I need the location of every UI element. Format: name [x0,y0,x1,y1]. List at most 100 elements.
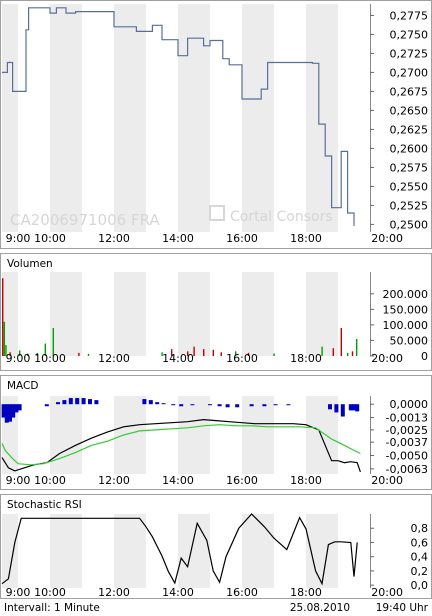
stock-chart: 0,2775 0,2750 0,2725 0,2700 0,2675 0,2650 0,26… [0,0,432,614]
volume-bar [78,352,80,356]
x-tick-label: 14:00 [162,474,194,487]
macd-histogram-bar [94,400,99,405]
time-band [2,4,18,232]
x-tick-label: 16:00 [226,586,258,599]
time-band [50,514,82,588]
x-tick-label: 18:00 [290,586,322,599]
macd-histogram-bar [68,398,73,405]
y-tick-label: 0,2750 [390,28,429,41]
x-tick-label: 18:00 [290,352,322,365]
time-band [50,272,82,356]
macd-histogram-bar [235,404,240,408]
y-tick-label: -0,0037 [386,436,428,449]
x-tick-label: 18:00 [290,474,322,487]
x-tick-label: 20:00 [371,586,403,599]
macd-histogram-bar [17,404,22,411]
time-band [178,272,210,356]
panel-title: MACD [7,380,38,392]
volume-bar [212,349,214,356]
x-tick-label: 12:00 [98,352,130,365]
y-tick-label: 0,0 [411,579,429,592]
macd-histogram-bar [273,404,278,406]
y-tick-label: 0,2650 [390,104,429,117]
time-band [306,272,338,356]
x-tick-label: 10:00 [34,352,66,365]
x-tick-label: 9:00 [6,474,31,487]
y-tick-label: 200.000 [383,288,429,301]
x-tick-label: 16:00 [226,352,258,365]
x-tick-label: 12:00 [98,474,130,487]
macd-histogram-bar [155,402,160,405]
y-tick-label: 100.000 [383,319,429,332]
volume-bar [347,352,349,356]
x-tick-label: 9:00 [6,352,31,365]
panel-price: 0,2775 0,2750 0,2725 0,2700 0,2675 0,2650 0,26… [0,0,432,249]
volume-bar [340,328,342,356]
x-tick-label: 14:00 [162,232,194,245]
x-tick-label: 18:00 [290,232,322,245]
x-tick-label: 12:00 [98,586,130,599]
macd-histogram-bar [75,398,80,405]
volume-bar [203,349,205,356]
time-band [306,4,338,232]
panel-macd: 0,0000-0,0013-0,0025-0,0037-0,0050-0,006… [0,375,432,490]
time-band [178,396,210,474]
x-tick-label: 12:00 [98,232,130,245]
time-band [114,396,146,474]
time-band [242,514,274,588]
time-band [50,4,82,232]
time-band [178,514,210,588]
panel-title: Volumen [7,258,53,270]
time-band [114,514,146,588]
x-tick-label: 10:00 [34,232,66,245]
macd-histogram-bar [225,404,230,408]
macd-histogram-bar [179,404,184,407]
macd-histogram-bar [190,404,195,406]
x-tick-label: 10:00 [34,586,66,599]
x-tick-label: 20:00 [371,232,403,245]
macd-histogram-bar [249,404,254,407]
y-tick-label: 0,2500 [390,218,429,231]
macd-histogram-bar [148,400,153,405]
macd-histogram-bar [217,404,222,407]
macd-histogram-bar [161,403,166,405]
volume-bar [355,338,358,356]
time-band [306,396,338,474]
panel-title: Stochastic RSI [7,499,82,511]
y-tick-label: 0 [421,350,428,363]
watermark-logo: Cortal Consors [230,209,333,225]
macd-histogram-bar [340,404,345,417]
macd-histogram-bar [262,404,267,407]
macd-histogram-bar [334,404,339,413]
macd-histogram-bar [62,400,67,405]
y-tick-label: 0,2700 [390,66,429,79]
time-band [2,514,18,588]
macd-histogram-bar [56,402,60,405]
y-tick-label: -0,0025 [386,424,428,437]
panel-volume: 200.000150.000100.00050.0000Volumen9:00 1… [0,253,432,371]
x-tick-label: 9:00 [6,232,31,245]
macd-histogram-bar [286,404,291,406]
macd-histogram-bar [328,404,332,410]
time-band [114,4,146,232]
time-band [242,396,274,474]
panel-stochastic: 0,80,6 0,40,20,0 Stochastic RSI 9:00 10:00 12… [0,494,432,599]
x-tick-label: 20:00 [371,474,403,487]
time-label: 19:40 Uhr [376,602,429,614]
volume-bar [273,353,275,356]
volume-bar [2,278,4,356]
time-band [242,272,274,356]
interval-label: Intervall: 1 Minute [4,602,100,614]
x-tick-label: 9:00 [6,586,31,599]
y-tick-label: 50.000 [390,334,429,347]
y-tick-label: -0,0050 [386,450,428,463]
y-tick-label: 0,0000 [390,398,429,411]
macd-histogram-bar [355,404,360,412]
y-tick-label: 0,2725 [390,47,429,60]
y-tick-label: 0,2525 [390,199,429,212]
macd-histogram-bar [44,404,49,407]
y-tick-label: 0,8 [411,522,429,535]
y-tick-label: 0,4 [411,551,429,564]
footer: Intervall: 1 Minute 25.08.2010 19:40 Uhr [4,602,429,614]
date-label: 25.08.2010 [290,602,350,614]
